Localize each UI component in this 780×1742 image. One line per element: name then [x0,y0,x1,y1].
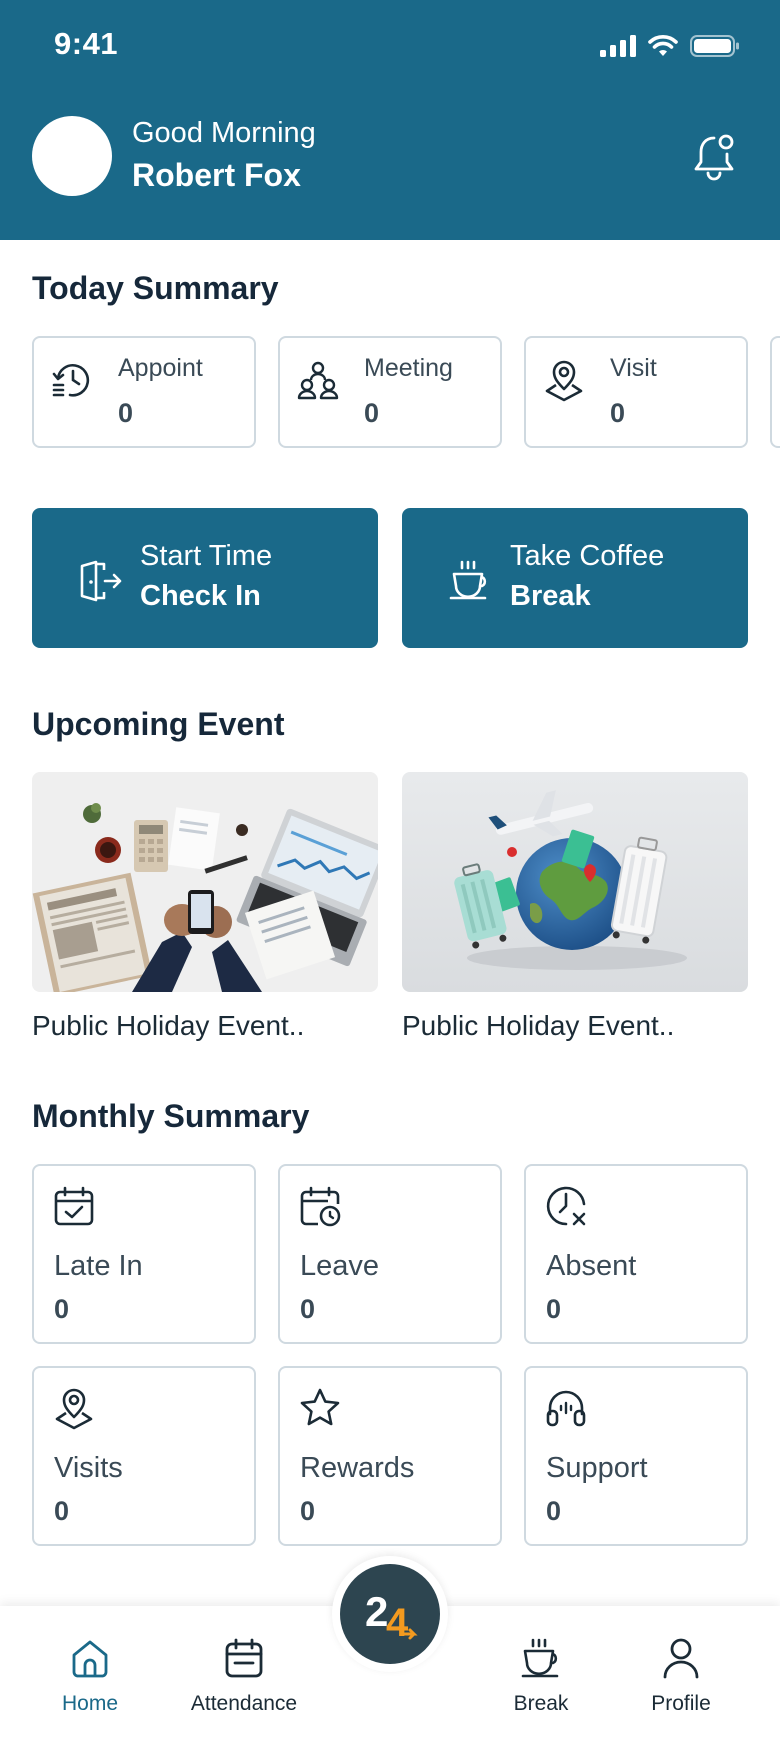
event-card[interactable]: Public Holiday Event.. [402,772,748,1042]
calendar-icon [225,1638,263,1678]
logo-digit-4: 4 [386,1601,409,1645]
monthly-value: 0 [546,1294,562,1324]
monthly-card-support[interactable]: Support 0 [524,1366,748,1546]
summary-label: Visit [610,354,657,382]
monthly-label: Visits [54,1452,123,1484]
today-summary-scroller[interactable]: Appoint 0 Meeting 0 Visit 0 [32,336,780,448]
coffee-break-button[interactable]: Take Coffee Break [402,508,748,648]
event-image-travel[interactable] [402,772,748,992]
summary-label: Appoint [118,354,203,382]
monthly-label: Absent [546,1250,637,1282]
door-exit-icon [80,560,122,602]
status-time: 9:41 [54,26,119,61]
appointment-clock-icon [52,363,90,397]
monthly-card-rewards[interactable]: Rewards 0 [278,1366,502,1546]
event-image-desk[interactable] [32,772,378,992]
clock-x-icon [546,1186,586,1226]
monthly-label: Late In [54,1250,143,1282]
summary-value: 0 [364,398,380,428]
app-logo-24-icon: 2 4 [365,1588,418,1645]
monthly-summary-title: Monthly Summary [32,1098,310,1134]
map-pin-icon [55,1388,93,1430]
monthly-card-visits[interactable]: Visits 0 [32,1366,256,1546]
coffee-break-line2: Break [510,580,591,612]
app-header: 9:41 Good Morning Robert Fox [0,0,780,240]
tab-label: Break [513,1692,569,1715]
tab-label: Profile [651,1692,711,1715]
event-title: Public Holiday Event.. [32,1010,305,1041]
monthly-card-leave[interactable]: Leave 0 [278,1164,502,1344]
star-icon [300,1388,340,1426]
tab-home[interactable]: Home [15,1636,165,1716]
tab-attendance[interactable]: Attendance [169,1636,319,1716]
tab-profile[interactable]: Profile [606,1636,756,1716]
greeting-text: Good Morning [132,117,316,149]
battery-icon [690,35,739,57]
monthly-label: Support [546,1452,648,1484]
summary-value: 0 [118,398,134,428]
monthly-value: 0 [300,1294,316,1324]
logo-digit-2: 2 [365,1588,388,1635]
summary-card-visit[interactable]: Visit 0 [524,336,748,448]
calendar-check-icon [54,1186,94,1226]
monthly-value: 0 [300,1496,316,1526]
user-name: Robert Fox [132,157,301,193]
tab-break[interactable]: Break [466,1636,616,1716]
monthly-value: 0 [54,1294,70,1324]
event-card[interactable]: Public Holiday Event.. [32,772,378,1042]
check-in-line2: Check In [140,580,261,612]
status-icons [600,34,740,58]
calendar-clock-icon [300,1186,341,1227]
center-logo-button[interactable]: 2 4 [340,1564,440,1664]
coffee-cup-icon [449,560,487,600]
signal-icon [600,35,636,57]
coffee-break-line1: Take Coffee [510,540,665,572]
desk-business-photo [32,772,378,992]
home-icon [72,1640,108,1678]
summary-value: 0 [610,398,626,428]
map-pin-icon [545,360,583,402]
monthly-card-late-in[interactable]: Late In 0 [32,1164,256,1344]
avatar[interactable] [32,116,112,196]
notification-bell-icon[interactable] [688,130,740,182]
summary-card-appoint[interactable]: Appoint 0 [32,336,256,448]
coffee-cup-icon [521,1638,559,1678]
wifi-icon [648,35,678,56]
monthly-value: 0 [54,1496,70,1526]
headset-icon [546,1390,586,1427]
monthly-card-absent[interactable]: Absent 0 [524,1164,748,1344]
user-icon [663,1638,699,1679]
summary-label: Meeting [364,354,453,382]
meeting-people-icon [297,361,339,400]
check-in-button[interactable]: Start Time Check In [32,508,378,648]
travel-globe-photo [402,772,748,992]
summary-card-meeting[interactable]: Meeting 0 [278,336,502,448]
monthly-value: 0 [546,1496,562,1526]
event-title: Public Holiday Event.. [402,1010,675,1041]
monthly-label: Rewards [300,1452,415,1484]
tab-label: Attendance [190,1692,298,1715]
tab-label: Home [61,1692,119,1715]
check-in-line1: Start Time [140,540,273,572]
summary-card-partial[interactable] [770,336,780,448]
monthly-label: Leave [300,1250,380,1282]
upcoming-event-title: Upcoming Event [32,706,285,742]
today-summary-title: Today Summary [32,270,279,306]
